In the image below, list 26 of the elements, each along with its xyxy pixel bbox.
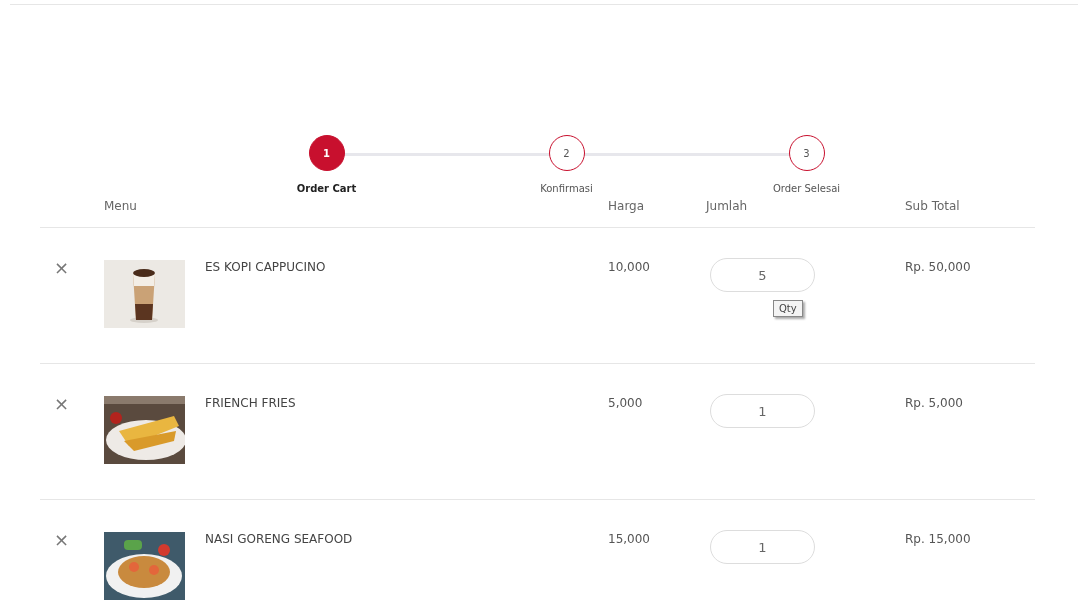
remove-button[interactable]: × <box>54 532 68 548</box>
item-subtotal: Rp. 5,000 <box>905 396 964 410</box>
column-header: Menu <box>104 199 138 213</box>
column-header: Sub Total <box>905 199 961 213</box>
item-price: 5,000 <box>608 396 644 410</box>
item-name: NASI GORENG SEAFOOD <box>205 532 354 546</box>
step-label: Konfirmasi <box>540 183 593 194</box>
item-subtotal: Rp. 50,000 <box>905 260 972 274</box>
step-label: Order Selesai <box>772 183 841 194</box>
step-circle: 3 <box>788 135 825 171</box>
item-subtotal: Rp. 15,000 <box>905 532 972 546</box>
column-header: Harga <box>608 199 646 213</box>
step-label: Order Cart <box>296 183 357 194</box>
item-name: ES KOPI CAPPUCINO <box>205 260 327 274</box>
quantity-field[interactable]: 1 <box>710 394 815 428</box>
step-circle: 2 <box>548 135 585 171</box>
quantity-field[interactable]: 5 <box>710 258 815 292</box>
step-circle: 1 <box>308 135 345 171</box>
column-header: Jumlah <box>706 199 749 213</box>
remove-button[interactable]: × <box>54 396 68 412</box>
item-name: FRIENCH FRIES <box>205 396 297 410</box>
item-price: 15,000 <box>608 532 651 546</box>
remove-button[interactable]: × <box>54 260 68 276</box>
tooltip: Qty <box>773 300 803 317</box>
quantity-field[interactable]: 1 <box>710 530 815 564</box>
item-price: 10,000 <box>608 260 651 274</box>
